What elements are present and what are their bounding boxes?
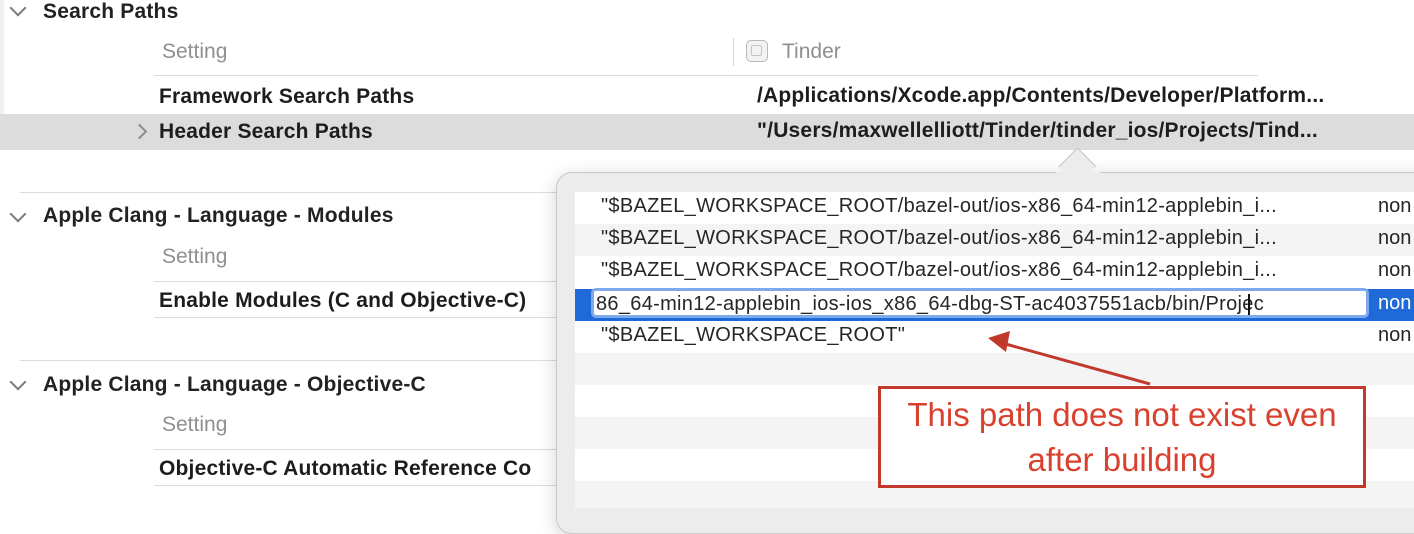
annotation-text: This path does not exist even after buil… [907,396,1337,478]
annotation-callout: This path does not exist even after buil… [878,386,1366,488]
